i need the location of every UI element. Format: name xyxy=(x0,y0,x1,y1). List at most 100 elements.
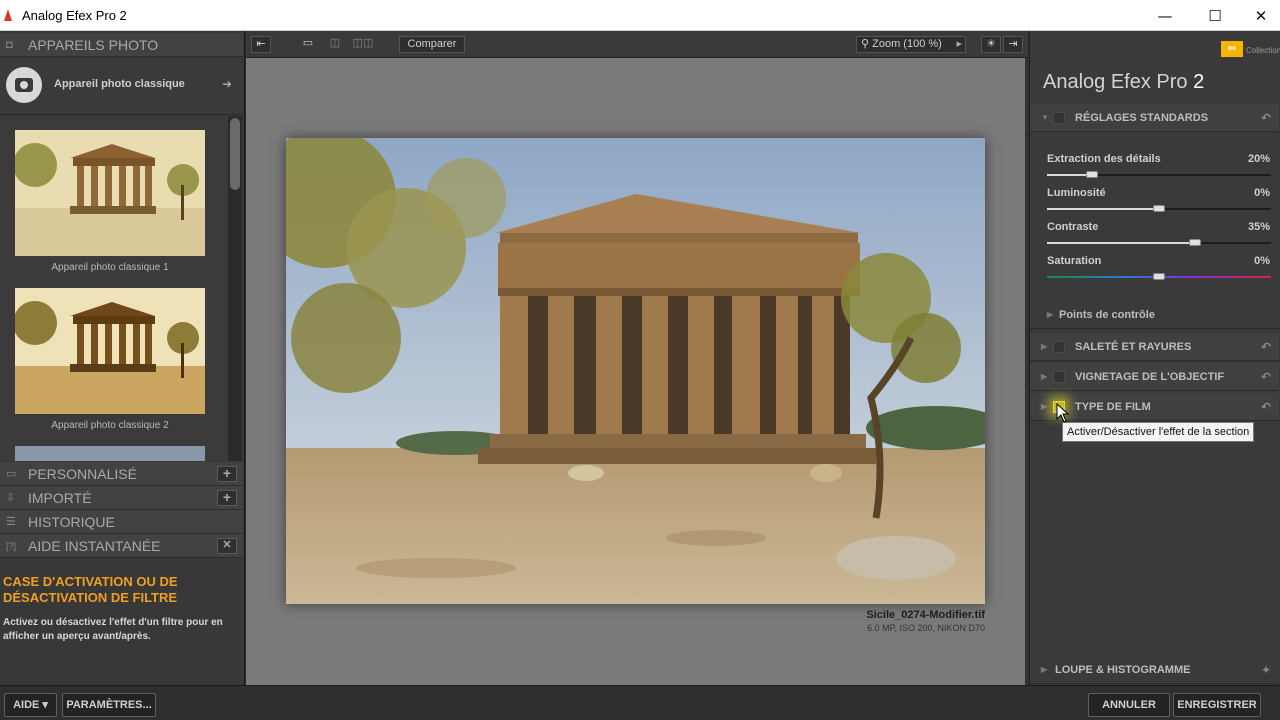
product-title: Analog Efex Pro 2 xyxy=(1043,71,1204,94)
background-toggle-button[interactable]: ☀ xyxy=(981,36,1001,53)
lens-vignette-header[interactable]: ▶ VIGNETAGE DE L'OBJECTIF ↶ xyxy=(1030,363,1279,391)
help-icon: [?] xyxy=(6,541,17,551)
slider-handle[interactable] xyxy=(1153,273,1165,280)
mouse-cursor-icon xyxy=(1056,403,1070,423)
slider-label: Extraction des détails xyxy=(1047,153,1161,165)
save-button[interactable]: ENREGISTRER xyxy=(1173,693,1261,717)
preset-thumbnail-3[interactable] xyxy=(15,446,205,461)
help-menu-button[interactable]: AIDE ▾ xyxy=(4,693,57,717)
section-label: PERSONNALISÉ xyxy=(28,466,137,482)
import-button[interactable]: + xyxy=(217,490,237,506)
preset-thumbnail-2[interactable] xyxy=(15,288,205,414)
thumbnail-scrollbar[interactable] xyxy=(228,116,242,461)
title-bar: Analog Efex Pro 2 — ☐ ✕ xyxy=(0,0,1280,31)
control-points-toggle[interactable]: ▶ Points de contrôle xyxy=(1030,301,1279,329)
section-enable-checkbox[interactable] xyxy=(1053,112,1065,124)
section-enable-checkbox[interactable] xyxy=(1053,371,1065,383)
window-title: Analog Efex Pro 2 xyxy=(22,8,127,23)
pin-icon[interactable]: ✦ xyxy=(1261,656,1271,684)
cameras-section-header[interactable]: ◘ APPAREILS PHOTO xyxy=(0,33,243,57)
contrast-slider[interactable] xyxy=(1047,239,1271,246)
history-section-header[interactable]: ☰ HISTORIQUE xyxy=(0,510,243,534)
search-icon: ⚲ xyxy=(861,38,870,50)
camera-icon: ◘ xyxy=(6,39,13,51)
slider-value: 35% xyxy=(1247,221,1270,233)
minimize-button[interactable]: — xyxy=(1142,0,1188,31)
maximize-button[interactable]: ☐ xyxy=(1192,0,1238,31)
zoom-label: Zoom (100 %) xyxy=(872,38,942,50)
zoom-dropdown[interactable]: ⚲ Zoom (100 %) ▸ xyxy=(856,36,966,53)
collapsed-triangle-icon: ▶ xyxy=(1041,402,1048,411)
compare-button[interactable]: Comparer xyxy=(399,36,465,53)
undo-icon[interactable]: ↶ xyxy=(1261,104,1271,132)
bottom-bar: AIDE ▾ PARAMÈTRES... ANNULER ENREGISTRER xyxy=(0,685,1280,720)
product-name: Analog Efex Pro xyxy=(1043,71,1188,93)
section-label: IMPORTÉ xyxy=(28,490,92,506)
camera-selector[interactable]: Appareil photo classique ➜ xyxy=(0,59,243,115)
cancel-button[interactable]: ANNULER xyxy=(1088,693,1170,717)
section-label: TYPE DE FILM xyxy=(1075,401,1151,413)
slider-label: Contraste xyxy=(1047,221,1099,233)
help-title: CASE D'ACTIVATION OU DE DÉSACTIVATION DE… xyxy=(3,574,178,605)
section-enable-checkbox[interactable] xyxy=(1053,341,1065,353)
product-version: 2 xyxy=(1193,71,1205,93)
slider-handle[interactable] xyxy=(1153,205,1165,212)
tooltip: Activer/Désactiver l'effet de la section xyxy=(1062,422,1255,442)
custom-icon: ▭ xyxy=(6,468,17,480)
undo-icon[interactable]: ↶ xyxy=(1261,333,1271,361)
history-icon: ☰ xyxy=(6,516,16,528)
nik-collection-label: Collection xyxy=(1246,46,1280,55)
preview-canvas: Sicile_0274-Modifier.tif 6.0 MP, ISO 200… xyxy=(246,58,1025,685)
slider-value: 20% xyxy=(1247,153,1270,165)
side-by-side-view-button[interactable]: ◫◫ xyxy=(351,36,375,53)
nik-logo: NIK xyxy=(1221,41,1243,57)
undo-icon[interactable]: ↶ xyxy=(1261,393,1271,421)
detail-extraction-slider[interactable] xyxy=(1047,171,1271,178)
import-icon: ⇩ xyxy=(6,492,16,504)
collapsed-triangle-icon: ▶ xyxy=(1047,310,1054,319)
slider-handle[interactable] xyxy=(1188,239,1201,246)
close-help-button[interactable]: ✕ xyxy=(217,538,237,554)
section-label: VIGNETAGE DE L'OBJECTIF xyxy=(1075,371,1225,383)
collapsed-triangle-icon: ▶ xyxy=(1041,372,1048,381)
slider-label: Luminosité xyxy=(1047,187,1106,199)
preset-thumbnail-1[interactable] xyxy=(15,130,205,256)
collapsed-triangle-icon: ▶ xyxy=(1041,342,1048,351)
toggle-right-panel-button[interactable]: ⇥ xyxy=(1003,36,1023,53)
loupe-histogram-header[interactable]: ▶ LOUPE & HISTOGRAMME ✦ xyxy=(1030,656,1279,684)
quick-help-section-header[interactable]: [?] AIDE INSTANTANÉE ✕ xyxy=(0,534,243,558)
control-points-label: Points de contrôle xyxy=(1059,309,1155,321)
preview-image[interactable] xyxy=(286,138,985,604)
single-view-button[interactable]: ▭ xyxy=(298,36,318,53)
custom-section-header[interactable]: ▭ PERSONNALISÉ + xyxy=(0,462,243,486)
preset-thumbnails: Appareil photo classique 1 Appareil phot xyxy=(0,116,243,461)
dirt-scratches-header[interactable]: ▶ SALETÉ ET RAYURES ↶ xyxy=(1030,333,1279,361)
undo-icon[interactable]: ↶ xyxy=(1261,363,1271,391)
camera-name: Appareil photo classique xyxy=(54,78,185,90)
section-label: LOUPE & HISTOGRAMME xyxy=(1055,664,1191,676)
preset-thumbnail-label: Appareil photo classique 1 xyxy=(51,262,169,273)
split-view-button[interactable]: ◫ xyxy=(325,36,345,53)
preset-thumbnail-label: Appareil photo classique 2 xyxy=(51,420,169,431)
close-button[interactable]: ✕ xyxy=(1238,0,1280,31)
toggle-left-panel-button[interactable]: ⇤ xyxy=(251,36,271,53)
arrow-right-icon[interactable]: ➜ xyxy=(222,77,232,91)
cameras-header-label: APPAREILS PHOTO xyxy=(28,37,159,53)
saturation-slider[interactable] xyxy=(1047,273,1271,280)
slider-handle[interactable] xyxy=(1085,171,1098,178)
app-icon xyxy=(4,9,12,21)
basic-adjustments-header[interactable]: ▼ RÉGLAGES STANDARDS ↶ xyxy=(1030,104,1279,132)
help-text: Activez ou désactivez l'effet d'un filtr… xyxy=(3,617,223,642)
imported-section-header[interactable]: ⇩ IMPORTÉ + xyxy=(0,486,243,510)
image-metadata: 6.0 MP, ISO 200, NIKON D70 xyxy=(867,623,985,633)
slider-label: Saturation xyxy=(1047,255,1102,267)
brightness-slider[interactable] xyxy=(1047,205,1271,212)
scrollbar-thumb[interactable] xyxy=(230,118,240,190)
settings-button[interactable]: PARAMÈTRES... xyxy=(62,693,156,717)
add-custom-button[interactable]: + xyxy=(217,466,237,482)
classic-camera-icon xyxy=(6,67,42,103)
section-label: AIDE INSTANTANÉE xyxy=(28,538,161,554)
chevron-right-icon: ▸ xyxy=(956,38,962,50)
temple-thumbnail-image xyxy=(15,130,205,256)
collapsed-triangle-icon: ▶ xyxy=(1041,665,1048,674)
